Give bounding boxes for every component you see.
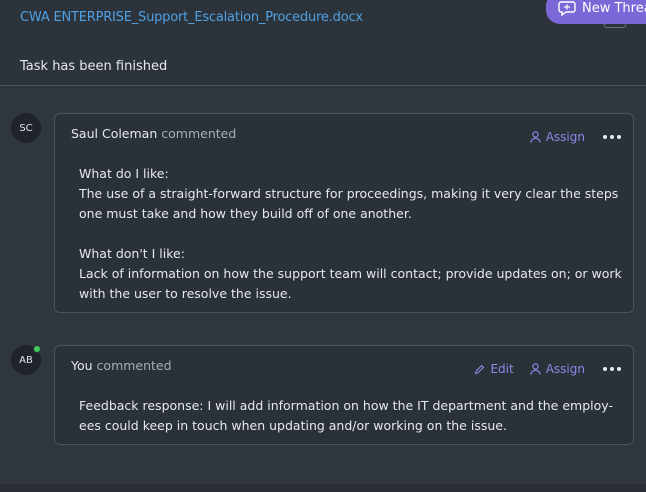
comment-line: What do I like: (79, 166, 169, 181)
pencil-icon (475, 364, 485, 374)
edit-label: Edit (490, 362, 514, 376)
bottom-edge (0, 484, 646, 492)
comment-action: commented (96, 358, 172, 373)
comment-author: Saul Coleman (71, 126, 158, 141)
comment-line: The use of a straight-forward structure … (79, 186, 619, 201)
chat-plus-icon (558, 1, 576, 16)
task-status-text: Task has been finished (20, 59, 168, 74)
attachment-link[interactable]: CWA ENTERPRISE_Support_Escalation_Proced… (20, 10, 363, 25)
more-options-icon[interactable] (603, 367, 621, 371)
comment-line: ees could keep in touch when updating an… (79, 418, 507, 433)
comment-actions: Assign (530, 130, 621, 144)
comment-body: What do I like: The use of a straight-fo… (79, 164, 622, 304)
comment-line: with the user to resolve the issue. (79, 286, 292, 301)
task-comments-view: CWA ENTERPRISE_Support_Escalation_Proced… (0, 0, 646, 492)
comment-line: Lack of information on how the support t… (79, 266, 622, 281)
avatar-initials: AB (19, 354, 33, 366)
new-thread-button[interactable]: New Thread (546, 0, 646, 24)
online-status-dot (33, 345, 41, 353)
comment-card: Saul Coleman commented Assign What do I l… (54, 113, 634, 313)
user-icon (530, 363, 541, 375)
comment-actions: Edit Assign (474, 362, 621, 376)
comment-header: You commented (71, 358, 172, 373)
new-thread-label: New Thread (582, 0, 646, 16)
avatar-initials: SC (19, 122, 33, 134)
user-icon (530, 131, 541, 143)
comment-author: You (71, 358, 93, 373)
comment-card: You commented Edit Assign Feedback respon… (54, 345, 634, 445)
comment-body: Feedback response: I will add informatio… (79, 396, 619, 436)
avatar: SC (11, 113, 41, 143)
comment-header: Saul Coleman commented (71, 126, 236, 141)
comment-action: commented (161, 126, 237, 141)
edit-button[interactable]: Edit (474, 362, 514, 376)
assign-label: Assign (545, 362, 585, 376)
comment-line: Feedback response: I will add informatio… (79, 398, 613, 413)
assign-button[interactable]: Assign (530, 362, 585, 376)
comment-line: What don't I like: (79, 246, 185, 261)
assign-label: Assign (545, 130, 585, 144)
more-options-icon[interactable] (603, 135, 621, 139)
assign-button[interactable]: Assign (530, 130, 585, 144)
comment-line: one must take and how they build off of … (79, 206, 412, 221)
